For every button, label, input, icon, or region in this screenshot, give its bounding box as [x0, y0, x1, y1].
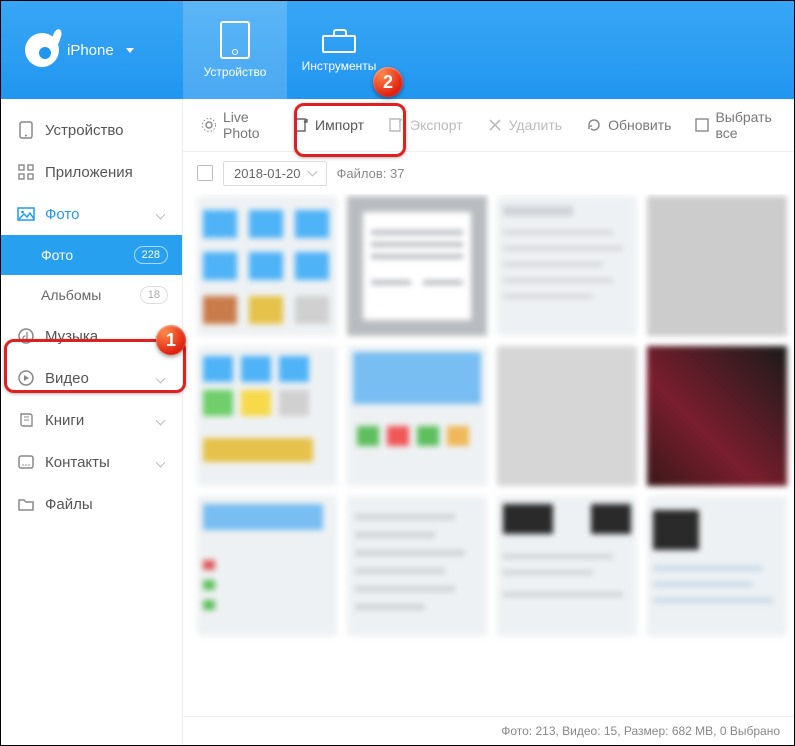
tab-tools-label: Инструменты: [302, 59, 377, 73]
tab-device[interactable]: Устройство: [183, 1, 287, 99]
photo-thumbnail[interactable]: [347, 196, 487, 336]
import-button[interactable]: Импорт: [281, 99, 376, 151]
refresh-icon: [586, 117, 602, 133]
date-select[interactable]: 2018-01-20: [223, 161, 327, 186]
sidebar: Устройство Приложения Фото Фото 228 А: [1, 99, 183, 745]
toolbar: Live Photo Импорт Экспорт: [183, 99, 794, 152]
live-photo-button[interactable]: Live Photo: [189, 99, 281, 151]
sidebar-item-device[interactable]: Устройство: [1, 109, 182, 151]
export-button[interactable]: Экспорт: [376, 99, 475, 151]
photo-thumbnail[interactable]: [497, 196, 637, 336]
photo-thumbnail[interactable]: [347, 496, 487, 636]
chevron-down-icon: [156, 457, 166, 467]
apps-icon: [17, 163, 35, 181]
sidebar-subitem-photos[interactable]: Фото 228: [1, 235, 182, 275]
select-all-button[interactable]: Выбрать все: [683, 99, 788, 151]
photo-thumbnail[interactable]: [197, 196, 337, 336]
device-icon: [17, 121, 35, 139]
folder-icon: [17, 495, 35, 513]
sidebar-item-contacts[interactable]: Контакты: [1, 441, 182, 483]
refresh-button[interactable]: Обновить: [574, 99, 683, 151]
photo-thumbnail[interactable]: [647, 196, 787, 336]
video-icon: [17, 369, 35, 387]
tablet-icon: [220, 21, 250, 59]
sidebar-subitem-albums[interactable]: Альбомы 18: [1, 275, 182, 315]
count-badge: 228: [134, 246, 168, 264]
photo-thumbnail[interactable]: [347, 346, 487, 486]
sidebar-item-apps[interactable]: Приложения: [1, 151, 182, 193]
count-badge: 18: [140, 286, 168, 304]
chevron-down-icon: [156, 331, 166, 341]
chevron-down-icon: [156, 415, 166, 425]
toolbox-icon: [322, 27, 356, 53]
export-icon: [388, 117, 404, 133]
sidebar-item-photos[interactable]: Фото: [1, 193, 182, 235]
tab-tools[interactable]: Инструменты: [287, 1, 391, 99]
file-count-label: Файлов: 37: [337, 166, 405, 181]
photo-thumbnail[interactable]: [647, 346, 787, 486]
delete-button[interactable]: Удалить: [475, 99, 574, 151]
tab-device-label: Устройство: [204, 65, 267, 79]
photo-icon: [17, 205, 35, 223]
photo-thumbnail[interactable]: [647, 496, 787, 636]
live-photo-icon: [201, 117, 217, 133]
chevron-down-icon: [126, 48, 134, 53]
contacts-icon: [17, 453, 35, 471]
sidebar-item-files[interactable]: Файлы: [1, 483, 182, 525]
select-all-checkbox[interactable]: [197, 165, 213, 181]
photo-thumbnail[interactable]: [197, 496, 337, 636]
chevron-down-icon: [307, 167, 317, 177]
app-logo-icon: [25, 33, 59, 67]
device-label: iPhone: [67, 42, 114, 59]
photo-thumbnail[interactable]: [497, 346, 637, 486]
status-text: Фото: 213, Видео: 15, Размер: 682 MB, 0 …: [501, 724, 780, 738]
delete-icon: [487, 117, 503, 133]
photo-thumbnail[interactable]: [197, 346, 337, 486]
checkbox-icon: [695, 117, 709, 133]
sidebar-item-music[interactable]: Музыка: [1, 315, 182, 357]
filter-row: 2018-01-20 Файлов: 37: [183, 152, 794, 194]
chevron-down-icon: [156, 373, 166, 383]
photo-grid: [183, 194, 794, 716]
book-icon: [17, 411, 35, 429]
photo-thumbnail[interactable]: [497, 496, 637, 636]
sidebar-item-video[interactable]: Видео: [1, 357, 182, 399]
import-icon: [293, 117, 309, 133]
music-icon: [17, 327, 35, 345]
sidebar-item-books[interactable]: Книги: [1, 399, 182, 441]
status-bar: Фото: 213, Видео: 15, Размер: 682 MB, 0 …: [183, 716, 794, 745]
main-content: Live Photo Импорт Экспорт: [183, 99, 794, 745]
chevron-down-icon: [156, 209, 166, 219]
app-header: iPhone Устройство Инструменты: [1, 1, 794, 99]
device-switcher[interactable]: iPhone: [1, 1, 183, 99]
